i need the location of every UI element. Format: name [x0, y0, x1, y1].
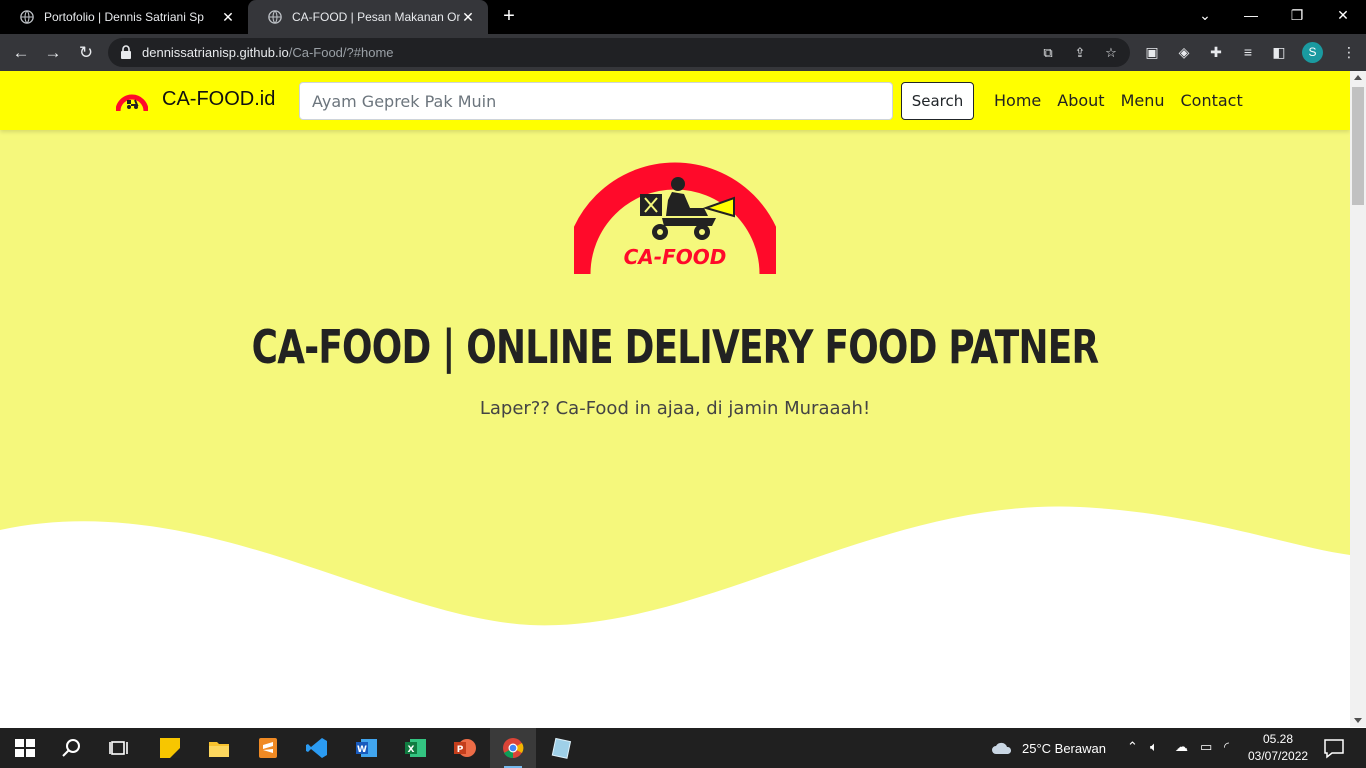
battery-icon[interactable]: ▭	[1200, 739, 1212, 755]
extension-icon[interactable]: ▣	[1143, 43, 1161, 61]
profile-avatar[interactable]: S	[1302, 42, 1323, 63]
excel-icon[interactable]: X	[404, 736, 428, 760]
scroll-down-icon[interactable]	[1354, 718, 1362, 723]
tray-chevron-icon[interactable]: ⌃	[1127, 739, 1138, 755]
brand[interactable]: CA-FOOD.id	[116, 88, 275, 111]
svg-text:P: P	[457, 745, 464, 755]
globe-icon	[268, 10, 282, 24]
search-icon[interactable]	[60, 736, 84, 760]
url-path: /Ca-Food/?#home	[288, 45, 394, 60]
tab-title: Portofolio | Dennis Satriani Sp	[44, 10, 204, 24]
nav-menu[interactable]: Menu	[1121, 91, 1165, 110]
word-icon[interactable]: W	[355, 736, 379, 760]
hero-wave	[0, 506, 1350, 727]
url-text: dennissatrianisp.github.io/Ca-Food/?#hom…	[142, 45, 394, 60]
volume-icon[interactable]: 🔈︎	[1150, 739, 1158, 755]
hero-logo: CA-FOOD	[574, 162, 776, 275]
browser-toolbar: ← → ↻ dennissatrianisp.github.io/Ca-Food…	[0, 34, 1366, 71]
svg-text:W: W	[357, 745, 367, 755]
powerpoint-icon[interactable]: P	[453, 736, 477, 760]
lock-icon	[121, 45, 131, 59]
close-tab-icon[interactable]: ✕	[460, 9, 476, 26]
hero-subtitle: Laper?? Ca-Food in ajaa, di jamin Muraaa…	[479, 398, 871, 419]
hero-title: CA-FOOD | ONLINE DELIVERY FOOD PATNER	[251, 320, 1099, 374]
tab-title: CA-FOOD | Pesan Makanan Online	[292, 10, 460, 24]
wifi-icon[interactable]: ◜	[1224, 739, 1229, 755]
close-window-icon[interactable]: ✕	[1320, 0, 1366, 30]
minimize-icon[interactable]: —	[1228, 0, 1274, 30]
side-panel-icon[interactable]: ◧	[1270, 43, 1288, 61]
brand-name: CA-FOOD.id	[162, 88, 276, 110]
notification-center-icon[interactable]	[1322, 736, 1346, 760]
close-tab-icon[interactable]: ✕	[220, 9, 236, 26]
reload-icon[interactable]: ↻	[73, 40, 99, 66]
weather-text[interactable]: 25°C Berawan	[1022, 741, 1106, 756]
tab-portfolio[interactable]: Portofolio | Dennis Satriani Sp ✕	[0, 0, 248, 34]
start-icon[interactable]	[13, 736, 37, 760]
translate-icon[interactable]: ⧉	[1040, 45, 1056, 61]
clock-date: 03/07/2022	[1248, 749, 1309, 763]
site-navbar: CA-FOOD.id Search Home About Menu Contac…	[0, 71, 1350, 130]
extensions-puzzle-icon[interactable]: ✚	[1207, 43, 1225, 61]
url-domain: dennissatrianisp.github.io	[142, 45, 289, 60]
vscode-icon[interactable]	[305, 736, 329, 760]
address-bar[interactable]: dennissatrianisp.github.io/Ca-Food/?#hom…	[108, 38, 1130, 67]
restore-icon[interactable]: ❐	[1274, 0, 1320, 30]
forward-icon[interactable]: →	[40, 40, 66, 66]
back-icon[interactable]: ←	[8, 40, 34, 66]
task-view-icon[interactable]	[108, 736, 132, 760]
tab-search-icon[interactable]: ⌄	[1182, 0, 1228, 30]
notepad-icon[interactable]	[550, 736, 574, 760]
browser-tab-strip: Portofolio | Dennis Satriani Sp ✕ CA-FOO…	[0, 0, 1366, 34]
hero-logo-text: CA-FOOD	[624, 245, 727, 269]
file-explorer-icon[interactable]	[207, 736, 231, 760]
weather-cloud-icon[interactable]	[990, 736, 1014, 760]
nav-home[interactable]: Home	[994, 91, 1041, 110]
search-input[interactable]	[299, 82, 893, 120]
new-tab-button[interactable]: +	[498, 5, 520, 27]
onedrive-icon[interactable]: ☁	[1175, 739, 1188, 755]
nav-about[interactable]: About	[1057, 91, 1104, 110]
nav-links: Home About Menu Contact	[994, 91, 1243, 110]
sticky-notes-icon[interactable]	[158, 736, 182, 760]
chrome-icon	[503, 738, 524, 759]
clock-time: 05.28	[1262, 732, 1294, 746]
sublime-text-icon[interactable]	[256, 736, 280, 760]
scroll-up-icon[interactable]	[1354, 75, 1362, 80]
web-page: CA-FOOD.id Search Home About Menu Contac…	[0, 71, 1350, 727]
share-icon[interactable]: ⇪	[1072, 45, 1088, 61]
menu-kebab-icon[interactable]: ⋮	[1340, 43, 1358, 61]
brand-logo	[116, 94, 148, 111]
nav-contact[interactable]: Contact	[1181, 91, 1243, 110]
tab-ca-food[interactable]: CA-FOOD | Pesan Makanan Online ✕	[248, 0, 488, 34]
scrollbar-thumb[interactable]	[1352, 87, 1364, 205]
drive-extension-icon[interactable]: ◈	[1175, 43, 1193, 61]
chrome-taskbar-button[interactable]	[490, 728, 536, 768]
windows-taskbar: W X P 25°C Berawan ⌃ 🔈︎ ☁ ▭ ◜ 05.28 03/0…	[0, 728, 1366, 768]
globe-icon	[20, 10, 34, 24]
hero-section: CA-FOOD CA-FOOD | ONLINE DELIVERY FOOD P…	[0, 130, 1350, 727]
media-control-icon[interactable]: ≡	[1239, 43, 1257, 61]
system-clock[interactable]: 05.28 03/07/2022	[1248, 731, 1308, 765]
page-scrollbar[interactable]	[1350, 71, 1366, 727]
search-button[interactable]: Search	[901, 82, 974, 120]
svg-text:X: X	[408, 745, 415, 755]
bookmark-star-icon[interactable]: ☆	[1103, 45, 1119, 61]
